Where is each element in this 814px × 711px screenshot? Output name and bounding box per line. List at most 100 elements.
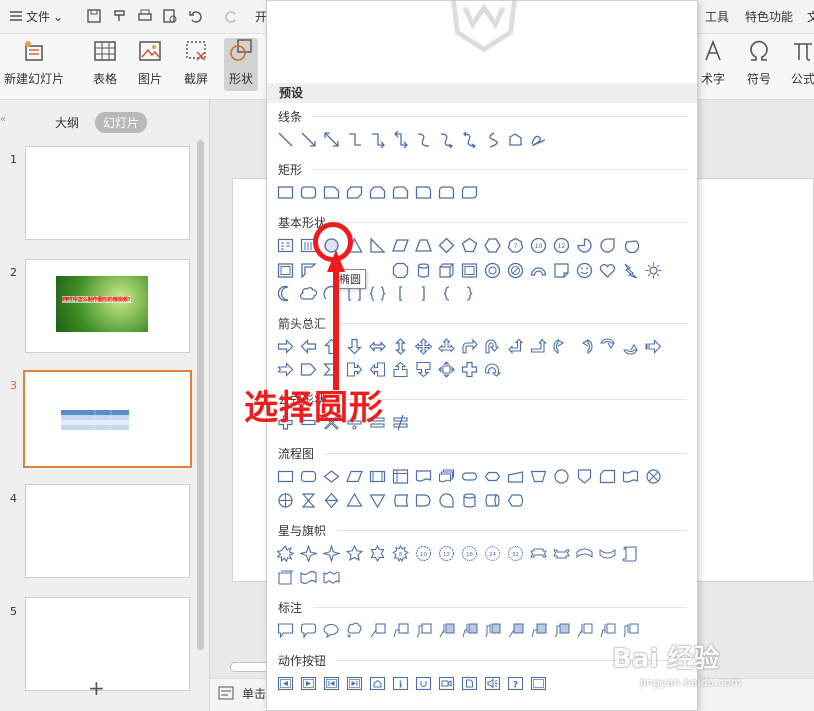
- quad-arrow-icon[interactable]: [415, 338, 432, 355]
- explosion-icon[interactable]: [277, 545, 294, 562]
- oval-callout-icon[interactable]: [323, 622, 340, 639]
- action-return-icon[interactable]: [415, 675, 432, 692]
- flowchart-document-icon[interactable]: [415, 468, 432, 485]
- flowchart-data-icon[interactable]: [346, 468, 363, 485]
- curved-connector-icon[interactable]: [415, 131, 432, 148]
- cube-icon[interactable]: [438, 262, 455, 279]
- elbow-double-arrow-icon[interactable]: [392, 131, 409, 148]
- star-4-point-alt-icon[interactable]: [323, 545, 340, 562]
- right-arrow-icon[interactable]: [277, 338, 294, 355]
- curved-ribbon-up-icon[interactable]: [576, 545, 593, 562]
- action-custom-icon[interactable]: [530, 675, 547, 692]
- save-icon[interactable]: [86, 8, 102, 24]
- screenshot-button[interactable]: 截屏: [183, 38, 209, 87]
- bevel-icon[interactable]: [461, 262, 478, 279]
- freeform-icon[interactable]: [507, 131, 524, 148]
- undo-icon[interactable]: [188, 8, 204, 24]
- striped-right-arrow-icon[interactable]: [645, 338, 662, 355]
- down-arrow-icon[interactable]: [346, 338, 363, 355]
- flowchart-multidocument-icon[interactable]: [438, 468, 455, 485]
- flowchart-offpage-connector-icon[interactable]: [576, 468, 593, 485]
- flowchart-connector-icon[interactable]: [553, 468, 570, 485]
- right-triangle-icon[interactable]: [369, 237, 386, 254]
- horizontal-scroll-icon[interactable]: [277, 569, 294, 586]
- star-12-point-icon[interactable]: 12: [438, 545, 455, 562]
- flowchart-terminator-icon[interactable]: [461, 468, 478, 485]
- left-arrow-icon[interactable]: [300, 338, 317, 355]
- curved-down-arrow-icon[interactable]: [622, 338, 639, 355]
- curve-icon[interactable]: [484, 131, 501, 148]
- hexagon-icon[interactable]: [484, 237, 501, 254]
- down-arrow-callout-icon[interactable]: [415, 361, 432, 378]
- action-back-icon[interactable]: [277, 675, 294, 692]
- block-arc-icon[interactable]: [530, 262, 547, 279]
- slide-thumbnail-1[interactable]: [25, 146, 190, 240]
- format-painter-icon[interactable]: [112, 8, 128, 24]
- star-4-point-icon[interactable]: [300, 545, 317, 562]
- tab-outline[interactable]: 大纲: [55, 114, 79, 131]
- flowchart-card-icon[interactable]: [599, 468, 616, 485]
- rounded-callout-icon[interactable]: [300, 622, 317, 639]
- double-brace-icon[interactable]: [369, 285, 386, 302]
- action-end-icon[interactable]: [346, 675, 363, 692]
- elbow-connector-icon[interactable]: [346, 131, 363, 148]
- accent-callout-3-icon[interactable]: [484, 622, 501, 639]
- action-sound-icon[interactable]: [484, 675, 501, 692]
- accent-callout-2-icon[interactable]: [461, 622, 478, 639]
- accent-border-callout-3-icon[interactable]: [622, 622, 639, 639]
- slide-thumbnail-4[interactable]: [25, 484, 190, 578]
- left-brace-icon[interactable]: [438, 285, 455, 302]
- flowchart-preparation-icon[interactable]: [484, 468, 501, 485]
- print-preview-icon[interactable]: [162, 8, 178, 24]
- wave-icon[interactable]: [300, 569, 317, 586]
- left-right-up-arrow-icon[interactable]: [438, 338, 455, 355]
- line-callout-1-icon[interactable]: [369, 622, 386, 639]
- shape-button[interactable]: 形状: [224, 38, 258, 91]
- no-symbol-icon[interactable]: [507, 262, 524, 279]
- flowchart-decision-icon[interactable]: [323, 468, 340, 485]
- snip-diagonal-rectangle-icon[interactable]: [346, 184, 363, 201]
- scribble-icon[interactable]: [530, 131, 547, 148]
- formula-button[interactable]: 公式: [790, 38, 814, 87]
- circular-arrow-icon[interactable]: [484, 361, 501, 378]
- round-corner-rectangle-icon[interactable]: [415, 184, 432, 201]
- donut-icon[interactable]: [484, 262, 501, 279]
- action-help-icon[interactable]: ?: [507, 675, 524, 692]
- notched-right-arrow-icon[interactable]: [277, 361, 294, 378]
- cross-arrows-icon[interactable]: [461, 361, 478, 378]
- heart-icon[interactable]: [599, 262, 616, 279]
- curved-arrow-icon[interactable]: [438, 131, 455, 148]
- smiley-face-icon[interactable]: [576, 262, 593, 279]
- curved-double-arrow-icon[interactable]: [461, 131, 478, 148]
- cloud-callout-icon[interactable]: [346, 622, 363, 639]
- left-up-arrow-icon[interactable]: [507, 338, 524, 355]
- flowchart-delay-icon[interactable]: [415, 492, 432, 509]
- border-callout-2-icon[interactable]: [530, 622, 547, 639]
- slide-thumbnail-5[interactable]: [25, 597, 190, 691]
- flowchart-sequential-access-icon[interactable]: [438, 492, 455, 509]
- hamburger-icon[interactable]: [8, 8, 24, 24]
- teardrop-icon[interactable]: [599, 237, 616, 254]
- flowchart-summing-junction-icon[interactable]: [645, 468, 662, 485]
- up-arrow-callout-icon[interactable]: [392, 361, 409, 378]
- moon-icon[interactable]: [277, 285, 294, 302]
- picture-button[interactable]: 图片: [137, 38, 163, 87]
- text-tab[interactable]: 文: [807, 8, 814, 25]
- ribbon-up-icon[interactable]: [530, 545, 547, 562]
- snip-round-rectangle-icon[interactable]: [392, 184, 409, 201]
- chord-icon[interactable]: [622, 237, 639, 254]
- pentagon-arrow-icon[interactable]: [300, 361, 317, 378]
- flowchart-display-icon[interactable]: [507, 492, 524, 509]
- u-turn-arrow-icon[interactable]: [484, 338, 501, 355]
- round-same-side-rectangle-icon[interactable]: [438, 184, 455, 201]
- bent-arrow-icon[interactable]: [461, 338, 478, 355]
- star-24-point-icon[interactable]: 24: [484, 545, 501, 562]
- slide-thumbnail-3[interactable]: [23, 370, 192, 468]
- special-features-tab[interactable]: 特色功能: [745, 8, 793, 25]
- right-brace-icon[interactable]: [461, 285, 478, 302]
- quad-arrow-callout-icon[interactable]: [438, 361, 455, 378]
- flowchart-merge-icon[interactable]: [369, 492, 386, 509]
- pie-icon[interactable]: [576, 237, 593, 254]
- curved-ribbon-down-icon[interactable]: [599, 545, 616, 562]
- flowchart-manual-input-icon[interactable]: [507, 468, 524, 485]
